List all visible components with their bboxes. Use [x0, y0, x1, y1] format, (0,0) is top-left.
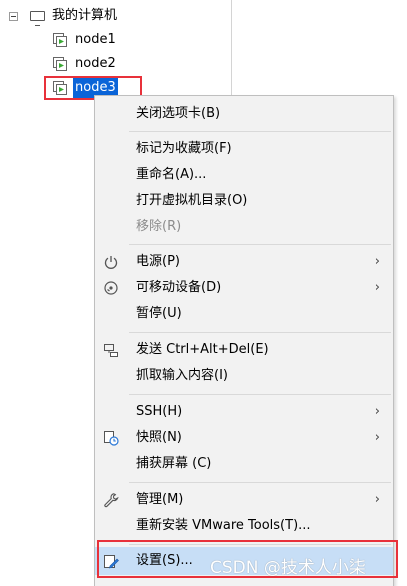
menu-item-label: 关闭选项卡(B) — [136, 106, 221, 121]
menu-item-label: 发送 Ctrl+Alt+Del(E) — [136, 342, 269, 357]
menu-item-label: 快照(N) — [136, 430, 182, 445]
menu-item-label: 重新安装 VMware Tools(T)... — [136, 518, 311, 533]
menu-separator — [129, 482, 391, 483]
menu-item-mark-favorite[interactable]: 标记为收藏项(F) — [95, 136, 393, 162]
menu-item-label: 电源(P) — [136, 254, 180, 269]
menu-item-label: 管理(M) — [136, 492, 184, 507]
submenu-arrow-icon: › — [374, 254, 380, 269]
menu-item-send-ctrl-alt-del[interactable]: 发送 Ctrl+Alt+Del(E) — [95, 337, 393, 363]
send-keys-icon — [104, 344, 118, 357]
menu-separator — [129, 394, 391, 395]
menu-item-open-vm-directory[interactable]: 打开虚拟机目录(O) — [95, 188, 393, 214]
tree-vm-node2[interactable]: node2 — [0, 54, 230, 74]
menu-item-label: 重命名(A)... — [136, 167, 207, 182]
menu-item-ssh[interactable]: SSH(H) › — [95, 399, 393, 425]
menu-item-grab-input[interactable]: 抓取输入内容(I) — [95, 363, 393, 389]
submenu-arrow-icon: › — [374, 280, 380, 295]
tree-vm-label: node1 — [75, 32, 116, 47]
vm-icon — [53, 33, 67, 47]
menu-separator — [129, 332, 391, 333]
menu-item-label: 捕获屏幕 (C) — [136, 456, 212, 471]
submenu-arrow-icon: › — [374, 404, 380, 419]
vm-icon — [53, 57, 67, 71]
tree-vm-node1[interactable]: node1 — [0, 30, 230, 50]
menu-item-removable-devices[interactable]: 可移动设备(D) › — [95, 275, 393, 301]
menu-item-remove[interactable]: 移除(R) — [95, 214, 393, 240]
collapse-icon[interactable] — [9, 12, 18, 21]
menu-item-snapshot[interactable]: 快照(N) › — [95, 425, 393, 451]
tree-vm-label: node2 — [75, 56, 116, 71]
watermark: CSDN @技术人小柒 — [210, 558, 366, 578]
menu-item-reinstall-vmware-tools[interactable]: 重新安装 VMware Tools(T)... — [95, 513, 393, 539]
computer-icon — [30, 11, 45, 26]
menu-item-manage[interactable]: 管理(M) › — [95, 487, 393, 513]
snapshot-icon — [104, 431, 119, 446]
menu-item-label: 标记为收藏项(F) — [136, 141, 232, 156]
menu-item-power[interactable]: 电源(P) › — [95, 249, 393, 275]
removable-devices-icon — [104, 281, 118, 295]
tree-root-label: 我的计算机 — [52, 8, 118, 23]
power-icon — [104, 256, 118, 269]
menu-separator — [129, 131, 391, 132]
tree-root[interactable]: 我的计算机 — [0, 6, 230, 26]
context-menu: 关闭选项卡(B) 标记为收藏项(F) 重命名(A)... 打开虚拟机目录(O) … — [94, 95, 394, 586]
wrench-icon — [104, 493, 119, 508]
menu-item-close-tab[interactable]: 关闭选项卡(B) — [95, 101, 393, 127]
menu-item-capture-screen[interactable]: 捕获屏幕 (C) — [95, 451, 393, 477]
menu-item-label: 抓取输入内容(I) — [136, 368, 228, 383]
submenu-arrow-icon: › — [374, 430, 380, 445]
menu-separator — [129, 244, 391, 245]
menu-item-label: 移除(R) — [136, 219, 182, 234]
menu-item-label: 暂停(U) — [136, 306, 182, 321]
menu-item-rename[interactable]: 重命名(A)... — [95, 162, 393, 188]
menu-item-label: 可移动设备(D) — [136, 280, 222, 295]
menu-item-label: SSH(H) — [136, 404, 183, 419]
menu-item-pause[interactable]: 暂停(U) — [95, 301, 393, 327]
submenu-arrow-icon: › — [374, 492, 380, 507]
menu-item-label: 打开虚拟机目录(O) — [136, 193, 248, 208]
